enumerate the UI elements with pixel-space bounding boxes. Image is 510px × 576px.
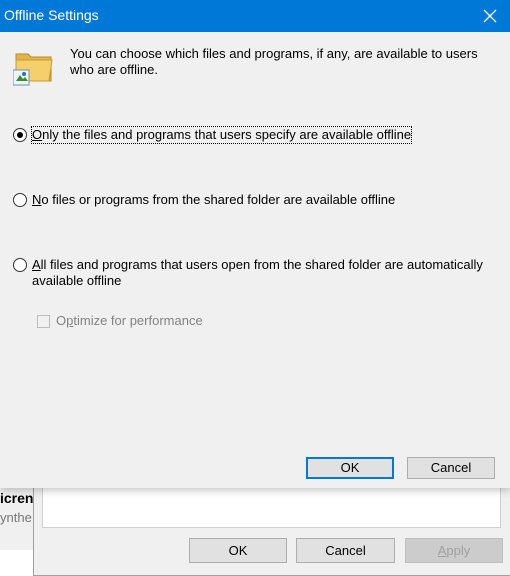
background-ok-button[interactable]: OK [189, 538, 287, 563]
option-3-text: ll files and programs that users open fr… [32, 257, 483, 288]
option-3-accel: A [32, 257, 41, 272]
dialog-title: Offline Settings [4, 7, 99, 23]
close-button[interactable] [470, 0, 510, 32]
ok-button[interactable]: OK [306, 457, 394, 479]
title-bar: Offline Settings [0, 0, 510, 32]
option-only-user-specified[interactable]: Only the files and programs that users s… [13, 126, 413, 144]
offline-settings-dialog: Offline Settings You can choose which fi… [0, 0, 510, 488]
option-2-accel: N [32, 192, 42, 207]
background-cancel-button[interactable]: Cancel [296, 538, 395, 563]
optimize-performance-row: Optimize for performance [37, 313, 203, 329]
option-1-text: nly the files and programs that users sp… [42, 127, 412, 142]
background-apply-button: Apply [405, 538, 503, 563]
option-all-automatic-label: All files and programs that users open f… [32, 257, 493, 289]
background-text-1: icren [0, 490, 34, 506]
optimize-performance-label: Optimize for performance [56, 313, 203, 329]
background-window-left: icren ynthe [0, 480, 34, 550]
radio-only-user-specified[interactable] [13, 128, 27, 142]
close-icon [483, 9, 497, 23]
option-all-automatic[interactable]: All files and programs that users open f… [13, 257, 493, 289]
radio-none-offline[interactable] [13, 193, 27, 207]
option-none-offline[interactable]: No files or programs from the shared fol… [13, 192, 395, 208]
background-text-2: ynthe [0, 510, 32, 525]
option-none-offline-label: No files or programs from the shared fol… [32, 192, 395, 208]
background-properties-window: OK Cancel Apply [33, 478, 510, 576]
optimize-performance-checkbox [37, 314, 50, 328]
optimize-pre: O [56, 313, 67, 328]
intro-text: You can choose which files and programs,… [70, 46, 478, 77]
option-2-text: o files or programs from the shared fold… [41, 192, 396, 207]
offline-folder-icon [13, 53, 53, 86]
option-only-user-specified-label: Only the files and programs that users s… [30, 126, 413, 144]
radio-all-automatic[interactable] [13, 258, 27, 272]
cancel-button[interactable]: Cancel [407, 457, 495, 479]
optimize-text: timize for performance [73, 313, 203, 328]
option-1-accel: O [32, 127, 43, 142]
apply-rest: pply [446, 543, 471, 558]
